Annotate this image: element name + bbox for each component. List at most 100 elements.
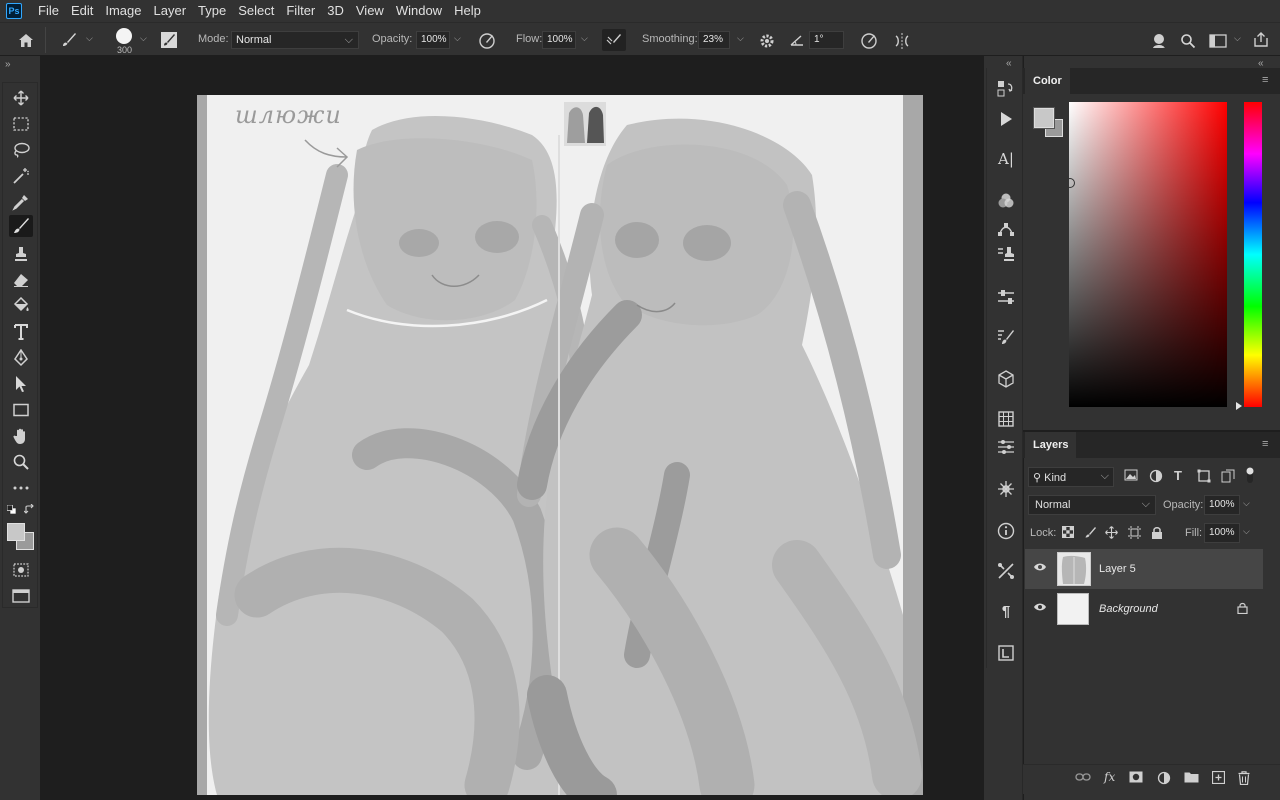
history-icon[interactable] — [995, 78, 1017, 100]
libraries-icon[interactable] — [995, 642, 1017, 664]
menu-3d[interactable]: 3D — [321, 0, 350, 22]
filter-shape-icon[interactable] — [1197, 469, 1213, 485]
hand-tool-icon[interactable] — [9, 425, 33, 447]
opacity-input[interactable]: 100% — [416, 31, 450, 49]
lock-artboard-icon[interactable] — [1128, 526, 1142, 540]
color-panel-menu-icon[interactable]: ≡ — [1262, 74, 1268, 86]
flow-input[interactable]: 100% — [542, 31, 576, 49]
paragraph-icon[interactable]: ¶ — [995, 600, 1017, 622]
add-mask-icon[interactable] — [1129, 771, 1145, 787]
brush-size-chevron-icon[interactable]: ⌵ — [140, 33, 147, 44]
lock-all-icon[interactable] — [1151, 526, 1165, 540]
adjustments-sliders-icon[interactable] — [995, 286, 1017, 308]
lock-transparent-icon[interactable] — [1062, 526, 1076, 540]
clone-source-icon[interactable] — [995, 244, 1017, 266]
share-export-icon[interactable] — [1251, 30, 1271, 50]
mode-select[interactable]: Normal ⌵ — [231, 31, 359, 49]
more-tools-icon[interactable] — [9, 477, 33, 499]
workspace-chevron-icon[interactable]: ⌵ — [1234, 33, 1241, 44]
color-field[interactable] — [1069, 102, 1227, 407]
layer-row-background[interactable]: Background — [1025, 589, 1263, 629]
eraser-tool-icon[interactable] — [9, 269, 33, 291]
gear-icon[interactable] — [757, 31, 777, 51]
path-selection-tool-icon[interactable] — [9, 373, 33, 395]
brush-tool-icon[interactable] — [9, 215, 33, 237]
pressure-opacity-icon[interactable] — [477, 31, 497, 51]
tab-color[interactable]: Color — [1025, 68, 1070, 94]
layer-row-layer5[interactable]: Layer 5 — [1025, 549, 1263, 589]
stamp-tool-icon[interactable] — [9, 243, 33, 265]
3d-cube-icon[interactable] — [995, 368, 1017, 390]
layer5-visibility-eye-icon[interactable] — [1033, 562, 1049, 576]
color-panel-foreground-swatch[interactable] — [1034, 108, 1054, 128]
collapse-toolbar-icon[interactable]: » — [5, 59, 11, 70]
menu-view[interactable]: View — [350, 0, 390, 22]
new-group-folder-icon[interactable] — [1184, 771, 1200, 787]
background-visibility-eye-icon[interactable] — [1033, 602, 1049, 616]
filter-smart-object-icon[interactable] — [1221, 469, 1237, 485]
filter-adjustment-icon[interactable] — [1149, 469, 1165, 485]
character-panel-icon[interactable]: A| — [995, 148, 1017, 170]
brush-tool-preset-icon[interactable] — [58, 29, 80, 51]
paths-icon[interactable] — [995, 218, 1017, 240]
brush-size-preview-icon[interactable] — [116, 28, 132, 44]
search-icon[interactable] — [1177, 30, 1199, 52]
channels-icon[interactable] — [995, 190, 1017, 212]
hue-slider-handle-icon[interactable] — [1236, 402, 1242, 410]
menu-select[interactable]: Select — [232, 0, 280, 22]
smoothing-chevron-icon[interactable]: ⌵ — [737, 33, 744, 44]
home-icon[interactable] — [14, 29, 38, 51]
blend-mode-select[interactable]: Normal ⌵ — [1028, 495, 1156, 515]
magic-wand-tool-icon[interactable] — [9, 165, 33, 187]
paint-bucket-tool-icon[interactable] — [9, 295, 33, 317]
rectangle-tool-icon[interactable] — [9, 399, 33, 421]
layer-opacity-chevron-icon[interactable]: ⌵ — [1243, 498, 1250, 509]
menu-file[interactable]: File — [32, 0, 65, 22]
lock-pixels-brush-icon[interactable] — [1084, 526, 1098, 540]
new-layer-icon[interactable] — [1211, 770, 1228, 787]
default-colors-icon[interactable] — [6, 504, 17, 515]
new-adjustment-layer-icon[interactable] — [1157, 771, 1173, 787]
filter-pixel-icon[interactable] — [1124, 469, 1140, 485]
layer5-name[interactable]: Layer 5 — [1099, 563, 1136, 575]
menu-layer[interactable]: Layer — [148, 0, 193, 22]
link-layers-icon[interactable] — [1075, 772, 1091, 786]
brush-preset-chevron-icon[interactable]: ⌵ — [86, 33, 93, 44]
quick-mask-icon[interactable] — [9, 559, 33, 581]
delete-layer-trash-icon[interactable] — [1238, 771, 1254, 787]
fill-input[interactable]: 100% — [1204, 523, 1240, 543]
fx-layer-style-icon[interactable]: fx — [1104, 770, 1120, 786]
layer-opacity-input[interactable]: 100% — [1204, 495, 1240, 515]
share-user-icon[interactable] — [1148, 30, 1170, 52]
document-canvas[interactable]: шлюжи — [197, 95, 923, 795]
screen-mode-icon[interactable] — [9, 585, 33, 607]
brush-settings-icon[interactable] — [995, 326, 1017, 348]
pen-tool-icon[interactable] — [9, 347, 33, 369]
pressure-size-icon[interactable] — [858, 30, 880, 52]
menu-help[interactable]: Help — [448, 0, 487, 22]
filter-type-icon[interactable]: T — [1174, 468, 1190, 484]
lock-position-move-icon[interactable] — [1105, 526, 1119, 540]
lasso-tool-icon[interactable] — [9, 139, 33, 161]
properties-icon[interactable] — [995, 436, 1017, 458]
background-layer-name[interactable]: Background — [1099, 603, 1158, 615]
menu-edit[interactable]: Edit — [65, 0, 99, 22]
workspace-layout-icon[interactable] — [1207, 30, 1229, 52]
fill-chevron-icon[interactable]: ⌵ — [1243, 526, 1250, 537]
flow-chevron-icon[interactable]: ⌵ — [581, 33, 588, 44]
symmetry-icon[interactable] — [891, 30, 913, 52]
opacity-chevron-icon[interactable]: ⌵ — [454, 33, 461, 44]
hue-slider[interactable] — [1244, 102, 1262, 407]
table-grid-icon[interactable] — [995, 408, 1017, 430]
layers-panel-menu-icon[interactable]: ≡ — [1262, 438, 1268, 450]
tab-layers[interactable]: Layers — [1025, 432, 1077, 458]
brush-settings-toggle-icon[interactable] — [160, 31, 178, 49]
foreground-color-swatch[interactable] — [7, 523, 25, 541]
menu-type[interactable]: Type — [192, 0, 232, 22]
menu-image[interactable]: Image — [99, 0, 147, 22]
eyedropper-tool-icon[interactable] — [9, 191, 33, 213]
color-picker-ring-icon[interactable] — [1065, 178, 1075, 188]
tool-presets-icon[interactable] — [995, 560, 1017, 582]
zoom-tool-icon[interactable] — [9, 451, 33, 473]
actions-play-icon[interactable] — [995, 108, 1017, 130]
